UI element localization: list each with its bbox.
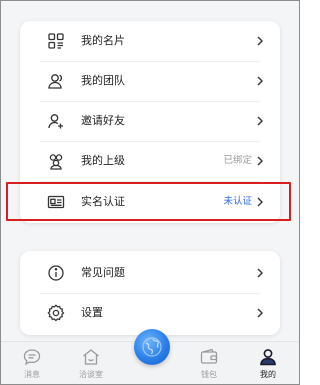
tab-label: 我的 xyxy=(260,370,276,379)
message-icon xyxy=(22,347,42,367)
chevron-right-icon xyxy=(257,308,263,318)
verification-status: 未认证 xyxy=(223,196,252,207)
menu-card: 我的名片 我的团队 邀请好友 我的上级 已绑定 实名认证 未认证 xyxy=(20,21,280,223)
menu-item-settings[interactable]: 设置 xyxy=(20,293,280,333)
menu-item-label: 常见问题 xyxy=(81,266,125,279)
menu-item-label: 邀请好友 xyxy=(81,114,125,127)
tab-label: 洽谈室 xyxy=(79,370,103,379)
menu-item-my-superior[interactable]: 我的上级 已绑定 xyxy=(20,141,280,181)
business-card-icon xyxy=(46,31,66,51)
menu-item-label: 我的名片 xyxy=(81,34,125,47)
chevron-right-icon xyxy=(257,197,263,207)
menu-item-real-name-verification[interactable]: 实名认证 未认证 xyxy=(20,182,280,222)
profile-icon xyxy=(258,347,278,367)
menu-item-label: 我的团队 xyxy=(81,74,125,87)
globe-icon xyxy=(142,337,162,357)
menu-item-faq[interactable]: 常见问题 xyxy=(20,253,280,293)
team-icon xyxy=(46,71,66,91)
negotiation-room-icon xyxy=(81,347,101,367)
settings-icon xyxy=(46,303,66,323)
chevron-right-icon xyxy=(257,36,263,46)
chevron-right-icon xyxy=(257,76,263,86)
binding-status: 已绑定 xyxy=(223,155,252,166)
invite-user-icon xyxy=(46,111,66,131)
menu-item-label: 设置 xyxy=(81,306,103,319)
info-icon xyxy=(46,263,66,283)
tab-label: 消息 xyxy=(24,370,40,379)
menu-item-label: 实名认证 xyxy=(81,195,125,208)
tab-messages[interactable]: 消息 xyxy=(7,342,57,384)
tab-profile[interactable]: 我的 xyxy=(243,342,293,384)
wallet-icon xyxy=(199,347,219,367)
tab-label: 钱包 xyxy=(201,370,217,379)
id-card-icon xyxy=(46,192,66,212)
menu-item-business-card[interactable]: 我的名片 xyxy=(20,21,280,61)
tab-negotiation-room[interactable]: 洽谈室 xyxy=(66,342,116,384)
chevron-right-icon xyxy=(257,268,263,278)
menu-item-invite-friends[interactable]: 邀请好友 xyxy=(20,101,280,141)
chevron-right-icon xyxy=(257,156,263,166)
menu-item-my-team[interactable]: 我的团队 xyxy=(20,61,280,101)
chevron-right-icon xyxy=(257,116,263,126)
app-screen: 我的名片 我的团队 邀请好友 我的上级 已绑定 实名认证 未认证 常见问题 设置… xyxy=(0,0,300,385)
menu-item-label: 我的上级 xyxy=(81,154,125,167)
tab-wallet[interactable]: 钱包 xyxy=(184,342,234,384)
superior-icon xyxy=(46,151,66,171)
globe-center-button[interactable] xyxy=(134,329,170,365)
support-card: 常见问题 设置 xyxy=(20,251,280,335)
